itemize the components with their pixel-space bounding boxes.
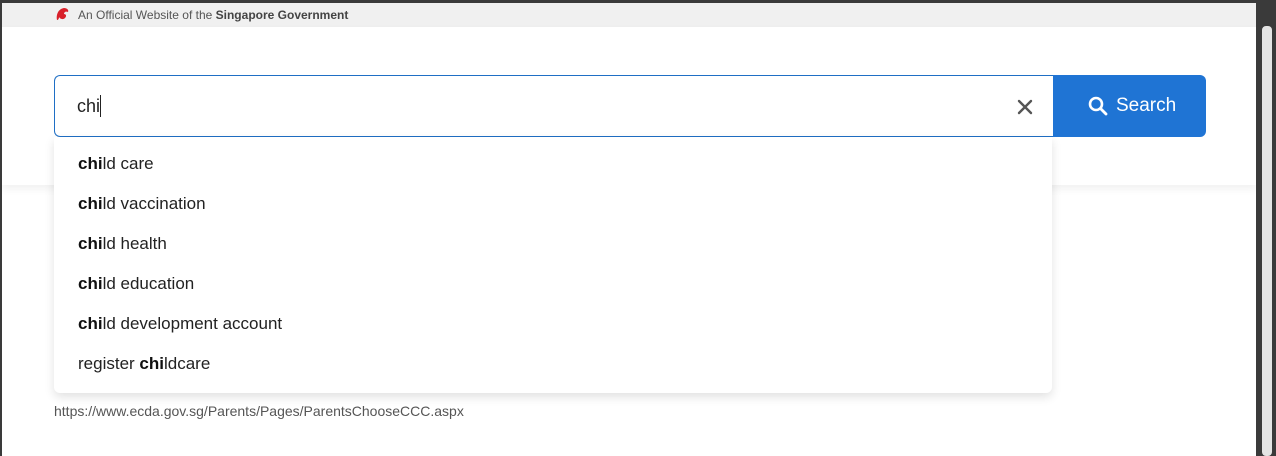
search-button-label: Search	[1116, 95, 1177, 116]
result-url[interactable]: https://www.ecda.gov.sg/Parents/Pages/Pa…	[54, 403, 464, 419]
masthead-prefix: An Official Website of the	[78, 8, 213, 22]
suggestion-rest: ld education	[102, 274, 195, 293]
search-input[interactable]	[77, 92, 977, 120]
suggestion-item[interactable]: child education	[78, 274, 194, 298]
close-icon[interactable]	[1011, 93, 1039, 121]
suggestion-match: chi	[78, 194, 103, 213]
scrollbar-thumb[interactable]	[1262, 26, 1272, 456]
suggestion-rest: ld development account	[102, 314, 283, 333]
suggestion-match: chi	[78, 274, 103, 293]
suggestion-rest: ldcare	[163, 354, 211, 373]
masthead-text: An Official Website of the Singapore Gov…	[78, 8, 348, 22]
suggestion-item[interactable]: register childcare	[78, 354, 210, 378]
page: An Official Website of the Singapore Gov…	[2, 3, 1256, 456]
search-icon	[1088, 96, 1108, 116]
suggestion-item[interactable]: child vaccination	[78, 194, 206, 218]
suggestions-dropdown: child care child vaccination child healt…	[54, 137, 1052, 393]
gov-masthead: An Official Website of the Singapore Gov…	[2, 3, 1256, 27]
suggestion-prefix: register	[78, 354, 140, 373]
suggestion-item[interactable]: child health	[78, 234, 167, 258]
suggestion-item[interactable]: child development account	[78, 314, 282, 338]
scrollbar[interactable]	[1258, 0, 1276, 456]
suggestion-rest: ld vaccination	[102, 194, 206, 213]
suggestion-match: chi	[78, 154, 103, 173]
masthead-emphasis: Singapore Government	[215, 8, 349, 22]
search-button[interactable]: Search	[1053, 75, 1206, 137]
suggestion-match: chi	[78, 234, 103, 253]
suggestion-rest: ld care	[102, 154, 154, 173]
search-field[interactable]	[54, 75, 1056, 137]
suggestion-match: chi	[139, 354, 164, 373]
text-caret	[100, 95, 101, 117]
suggestion-item[interactable]: child care	[78, 154, 154, 178]
suggestion-match: chi	[78, 314, 103, 333]
lion-head-logo-icon	[56, 8, 69, 20]
suggestion-rest: ld health	[102, 234, 167, 253]
